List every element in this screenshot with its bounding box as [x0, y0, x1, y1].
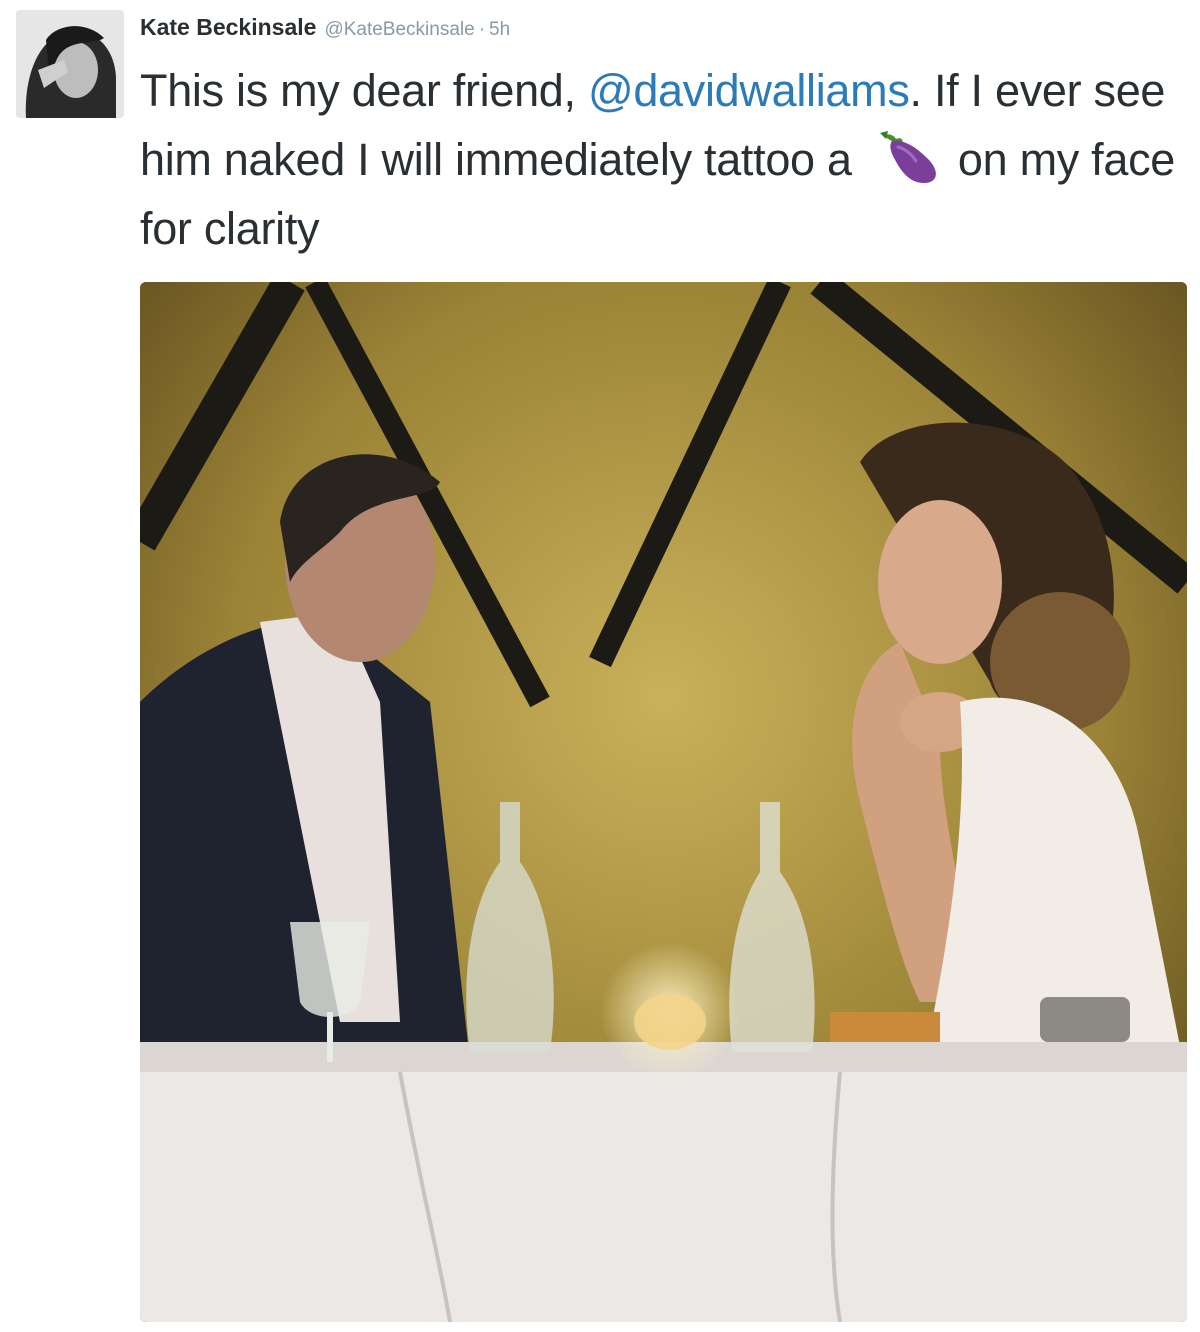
- tweet-timestamp[interactable]: 5h: [489, 19, 510, 41]
- tweet-text-part1: This is my dear friend,: [140, 65, 588, 116]
- mention-link[interactable]: @davidwalliams: [588, 65, 910, 116]
- tweet[interactable]: Kate Beckinsale @KateBeckinsale · 5h Thi…: [0, 0, 1200, 1332]
- author-display-name[interactable]: Kate Beckinsale: [140, 14, 316, 41]
- avatar-photo-icon: [16, 10, 124, 118]
- separator-dot: ·: [478, 19, 486, 40]
- tweet-text: This is my dear friend, @davidwalliams. …: [140, 56, 1180, 263]
- avatar[interactable]: [16, 10, 124, 118]
- author-handle[interactable]: @KateBeckinsale: [324, 19, 474, 41]
- restaurant-photo: [140, 282, 1187, 1322]
- eggplant-emoji-icon: [868, 129, 948, 185]
- tweet-header: Kate Beckinsale @KateBeckinsale · 5h: [140, 14, 510, 48]
- tweet-photo[interactable]: [140, 282, 1187, 1322]
